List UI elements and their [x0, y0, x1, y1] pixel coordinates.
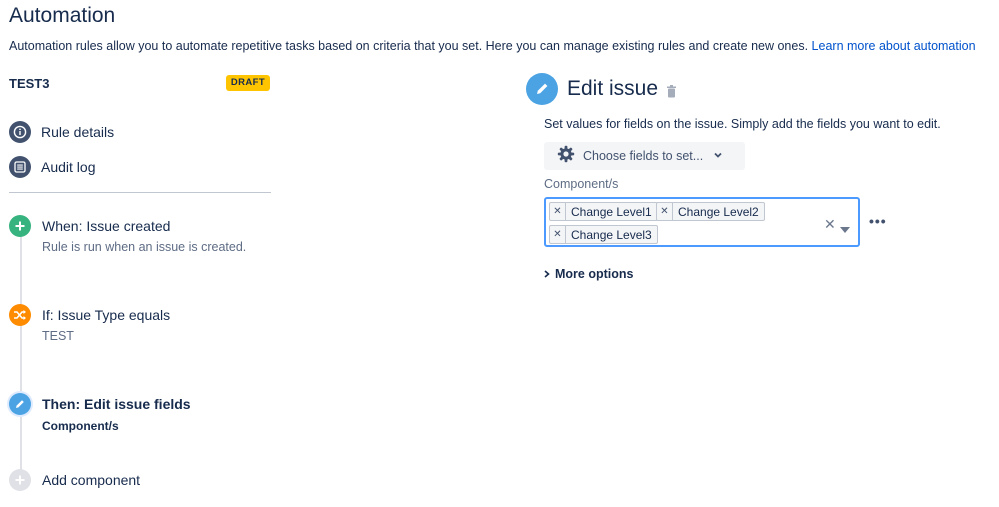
info-icon [9, 121, 31, 143]
gear-icon [557, 145, 575, 168]
step-subtitle: TEST [42, 329, 74, 343]
dropdown-caret-icon[interactable] [840, 220, 850, 238]
page-description: Automation rules allow you to automate r… [9, 39, 976, 53]
timeline-step-trigger[interactable] [9, 215, 31, 237]
nav-item-audit-log[interactable]: Audit log [9, 156, 95, 178]
timeline-step-condition[interactable] [9, 304, 31, 326]
step-title: When: Issue created [42, 218, 171, 234]
page-description-text: Automation rules allow you to automate r… [9, 39, 809, 53]
tag-label: Change Level2 [678, 204, 759, 219]
field-label: Component/s [544, 177, 619, 191]
tag-label: Change Level1 [571, 204, 652, 219]
status-badge: DRAFT [226, 75, 270, 91]
remove-tag-icon[interactable]: ✕ [550, 203, 566, 220]
chevron-right-icon [544, 265, 550, 283]
shuffle-icon [9, 304, 31, 326]
divider [9, 192, 271, 193]
nav-item-label: Rule details [41, 124, 115, 140]
remove-tag-icon[interactable]: ✕ [657, 203, 673, 220]
step-subtitle: Component/s [42, 419, 119, 433]
step-subtitle: Rule is run when an issue is created. [42, 240, 247, 254]
chevron-down-icon [713, 147, 723, 165]
rule-name: TEST3 [9, 76, 50, 91]
selected-tag: ✕ Change Level3 [549, 225, 658, 244]
pencil-icon [9, 393, 31, 415]
page-title: Automation [9, 4, 116, 27]
more-actions-icon[interactable]: ••• [869, 213, 887, 229]
editor-title: Edit issue [567, 77, 659, 100]
editor-description: Set values for fields on the issue. Simp… [544, 117, 941, 131]
choose-fields-label: Choose fields to set... [583, 149, 704, 163]
list-icon [9, 156, 31, 178]
timeline-step-action[interactable] [9, 393, 31, 415]
pencil-icon [526, 73, 558, 105]
more-options-label: More options [555, 267, 634, 281]
trash-icon[interactable] [666, 85, 677, 103]
remove-tag-icon[interactable]: ✕ [550, 226, 566, 243]
plus-icon [9, 215, 31, 237]
clear-icon[interactable]: ✕ [824, 216, 836, 233]
tag-label: Change Level3 [571, 227, 652, 242]
selected-tag: ✕ Change Level2 [656, 202, 765, 221]
component-multiselect[interactable]: ✕ Change Level1 ✕ Change Level2 ✕ Change… [544, 197, 860, 247]
more-options-toggle[interactable]: More options [544, 265, 633, 283]
choose-fields-button[interactable]: Choose fields to set... [544, 142, 745, 170]
add-component-button[interactable]: Add component [9, 469, 140, 491]
learn-more-link[interactable]: Learn more about automation [812, 39, 976, 53]
step-title: Then: Edit issue fields [42, 396, 191, 412]
step-title: If: Issue Type equals [42, 307, 171, 323]
selected-tag: ✕ Change Level1 [549, 202, 658, 221]
add-component-label: Add component [42, 472, 141, 488]
nav-item-rule-details[interactable]: Rule details [9, 121, 114, 143]
timeline-line [20, 224, 22, 480]
plus-icon [9, 469, 31, 491]
nav-item-label: Audit log [41, 159, 96, 175]
